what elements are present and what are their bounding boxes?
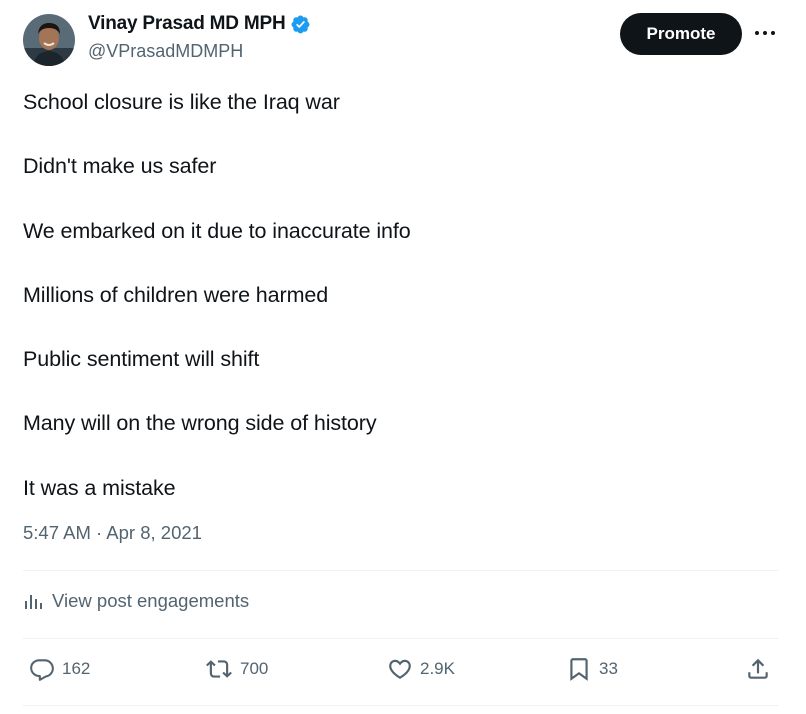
more-horizontal-icon (755, 31, 775, 35)
divider (23, 638, 779, 639)
avatar[interactable] (23, 14, 75, 66)
author-handle[interactable]: @VPrasadMDMPH (88, 41, 243, 62)
share-button[interactable] (745, 656, 778, 682)
analytics-bar-icon (25, 595, 42, 609)
tweet-line: Millions of children were harmed (23, 282, 329, 307)
bookmark-button[interactable]: 33 (566, 656, 618, 682)
reply-button[interactable]: 162 (29, 656, 90, 682)
author-name-row[interactable]: Vinay Prasad MD MPH (88, 13, 311, 35)
promote-button[interactable]: Promote (620, 13, 742, 55)
tweet-text: School closure is like the Iraq war Didn… (23, 87, 763, 537)
more-options-button[interactable] (752, 22, 778, 44)
divider (23, 705, 779, 706)
repost-button[interactable]: 700 (205, 656, 268, 682)
reply-icon (30, 659, 54, 681)
tweet-line: It was a mistake (23, 475, 176, 500)
heart-icon (389, 659, 411, 679)
repost-icon (206, 660, 232, 678)
view-engagements-link[interactable]: View post engagements (23, 590, 249, 612)
tweet-line: Didn't make us safer (23, 154, 217, 179)
verified-badge-icon (290, 14, 311, 35)
divider (23, 570, 779, 571)
avatar-image (23, 14, 75, 66)
repost-count: 700 (240, 659, 269, 678)
bookmark-count: 33 (599, 659, 618, 678)
tweet-timestamp[interactable]: 5:47 AM · Apr 8, 2021 (23, 522, 202, 544)
view-engagements-label: View post engagements (52, 590, 250, 611)
tweet-line: Public sentiment will shift (23, 347, 260, 372)
tweet-line: School closure is like the Iraq war (23, 90, 340, 114)
share-icon (748, 658, 768, 679)
tweet-line: We embarked on it due to inaccurate info (23, 218, 411, 243)
reply-count: 162 (62, 659, 91, 678)
bookmark-icon (570, 658, 588, 681)
tweet-line: Many will on the wrong side of history (23, 411, 377, 436)
like-count: 2.9K (420, 659, 455, 678)
like-button[interactable]: 2.9K (387, 656, 455, 682)
author-display-name[interactable]: Vinay Prasad MD MPH (88, 13, 286, 35)
